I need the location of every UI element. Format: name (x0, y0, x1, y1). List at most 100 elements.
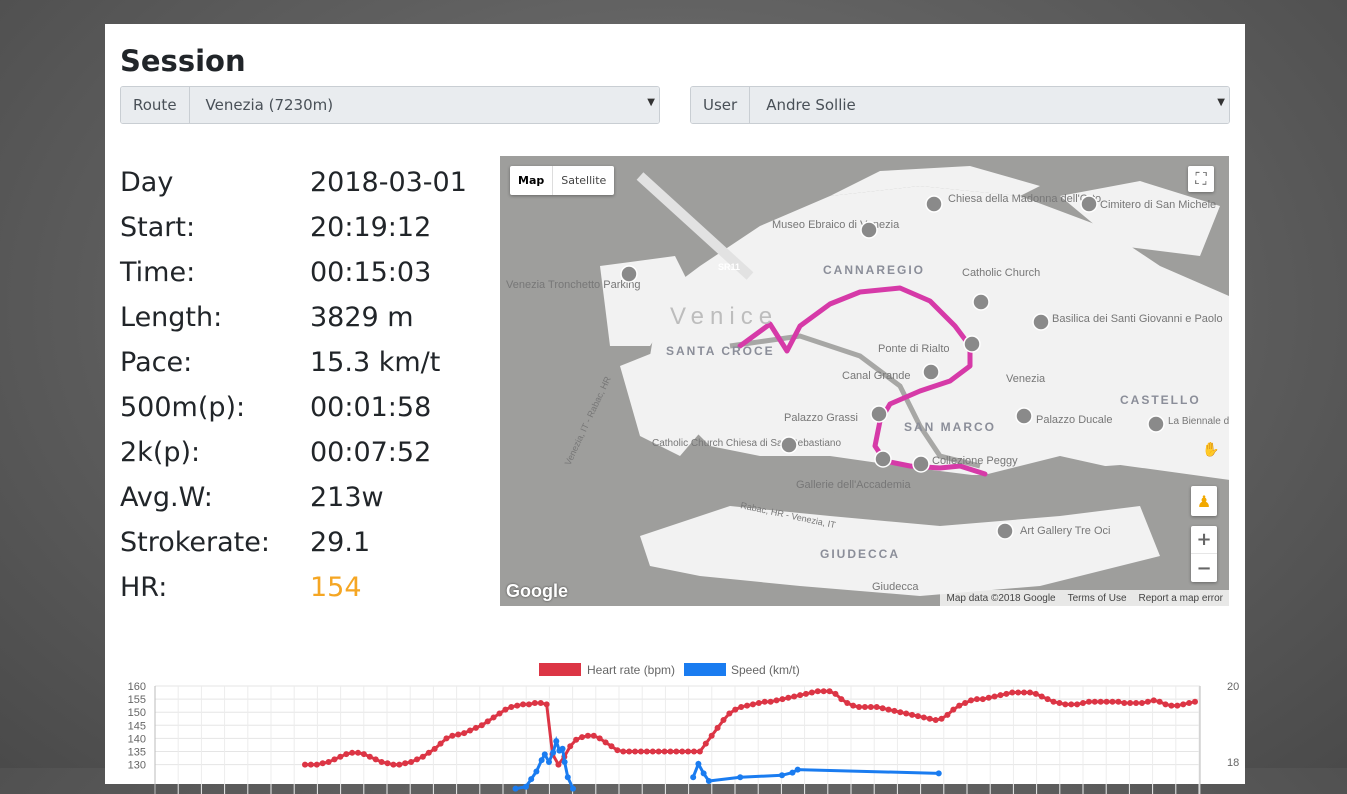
data-point-heart-rate (490, 714, 497, 721)
data-point-speed (561, 759, 568, 765)
data-point-heart-rate (891, 707, 898, 714)
data-point-heart-rate (944, 711, 951, 718)
data-point-heart-rate (761, 698, 768, 705)
data-point-heart-rate (467, 727, 474, 734)
data-point-heart-rate (773, 697, 780, 704)
stat-value-hr: 154 (310, 572, 362, 603)
data-point-heart-rate (696, 748, 703, 755)
y-tick-label: 155 (128, 694, 146, 706)
data-point-heart-rate (443, 735, 450, 742)
user-select-value[interactable]: Andre Sollie ▼ (750, 87, 1229, 123)
map-label-museo-ebraico: Museo Ebraico di Venezia (772, 219, 900, 231)
stat-label: 2k(p): (120, 437, 201, 468)
map-data-text: Map data ©2018 Google (946, 592, 1056, 604)
data-point-heart-rate (1003, 690, 1010, 697)
data-point-heart-rate (496, 710, 503, 717)
data-point-heart-rate (767, 698, 774, 705)
data-point-heart-rate (590, 732, 597, 739)
data-point-heart-rate (632, 748, 639, 755)
data-point-speed (512, 785, 519, 792)
data-point-heart-rate (384, 760, 391, 767)
map-type-map-button[interactable]: Map (510, 166, 554, 195)
legend-label-hr: Heart rate (bpm) (587, 663, 675, 677)
data-point-heart-rate (378, 758, 385, 765)
chevron-down-icon: ▼ (647, 97, 655, 108)
stat-value: 29.1 (310, 527, 371, 558)
data-point-heart-rate (1068, 701, 1075, 708)
stat-row-length: Length: 3829 m (120, 295, 467, 340)
data-point-heart-rate (926, 715, 933, 722)
map-label-san-sebastiano: Catholic Church Chiesa di San Sebastiano (652, 438, 841, 449)
map-label-basilica: Basilica dei Santi Giovanni e Paolo (1052, 313, 1223, 325)
data-point-heart-rate (360, 751, 367, 758)
map-label-giudecca: GIUDECCA (820, 547, 900, 561)
data-point-heart-rate (402, 760, 409, 767)
data-point-heart-rate (962, 700, 969, 707)
data-point-heart-rate (343, 751, 350, 758)
chart-series (302, 688, 1198, 792)
data-point-heart-rate (997, 692, 1004, 699)
data-point-heart-rate (355, 749, 362, 756)
map-marker (860, 221, 878, 239)
stat-value: 3829 m (310, 302, 414, 333)
data-point-heart-rate (820, 688, 827, 695)
stat-value: 00:01:58 (310, 392, 432, 423)
stat-row-hr: HR: 154 (120, 565, 467, 610)
user-select[interactable]: User Andre Sollie ▼ (690, 86, 1230, 124)
data-point-heart-rate (1168, 702, 1175, 709)
data-point-speed (779, 772, 785, 779)
report-error-link[interactable]: Report a map error (1139, 593, 1223, 604)
data-point-heart-rate (814, 688, 821, 695)
stat-row-day: Day 2018-03-01 (120, 160, 467, 205)
stat-row-500m: 500m(p): 00:01:58 (120, 385, 467, 430)
stat-row-avg-watt: Avg.W: 213w (120, 475, 467, 520)
map-marker (870, 405, 888, 423)
data-point-speed (700, 770, 707, 777)
data-point-heart-rate (508, 703, 515, 710)
zoom-out-button[interactable]: − (1191, 554, 1217, 582)
map-label-tronchetto: Venezia Tronchetto Parking (506, 279, 641, 291)
data-point-heart-rate (844, 700, 851, 707)
data-point-heart-rate (714, 724, 721, 731)
map-label-rialto: Ponte di Rialto (878, 343, 950, 355)
data-point-heart-rate (1044, 696, 1051, 703)
data-point-heart-rate (1062, 701, 1069, 708)
zoom-control[interactable]: + − (1191, 526, 1217, 582)
map-label-canal-grande: Canal Grande (842, 370, 911, 382)
data-point-heart-rate (1038, 693, 1045, 700)
data-point-heart-rate (1156, 698, 1163, 705)
fullscreen-icon[interactable]: ⛶ (1188, 166, 1214, 192)
data-point-heart-rate (1192, 698, 1198, 705)
route-select-value[interactable]: Venezia (7230m) ▼ (189, 87, 659, 123)
pegman-icon[interactable]: ♟ (1191, 486, 1217, 516)
map-label-biennale: La Biennale di Venezia (1168, 416, 1229, 427)
data-point-heart-rate (738, 703, 745, 710)
data-point-heart-rate (567, 743, 574, 750)
data-point-heart-rate (390, 761, 397, 768)
route-select[interactable]: Route Venezia (7230m) ▼ (120, 86, 660, 124)
map-type-satellite-button[interactable]: Satellite (553, 166, 614, 195)
data-point-heart-rate (396, 761, 403, 768)
route-value-text: Venezia (7230m) (205, 96, 334, 114)
data-point-speed (789, 769, 796, 776)
data-point-heart-rate (991, 693, 998, 700)
stat-value: 2018-03-01 (310, 167, 467, 198)
route-map[interactable]: Venice CANNAREGIO SANTA CROCE SAN MARCO … (500, 156, 1229, 606)
stat-label: Time: (120, 257, 196, 288)
stat-label: 500m(p): (120, 392, 246, 423)
data-point-heart-rate (1097, 698, 1104, 705)
map-marker (1032, 313, 1050, 331)
stat-label: Avg.W: (120, 482, 213, 513)
map-label-palazzo-grassi: Palazzo Grassi (784, 412, 858, 424)
map-canvas[interactable]: Venice CANNAREGIO SANTA CROCE SAN MARCO … (500, 156, 1229, 606)
data-point-heart-rate (779, 696, 786, 703)
stat-row-time: Time: 00:15:03 (120, 250, 467, 295)
session-chart: Heart rate (bpm) Speed (km/t) 1601551501… (128, 663, 1239, 794)
data-point-heart-rate (679, 748, 686, 755)
session-card: Session Route Venezia (7230m) ▼ User And… (105, 24, 1245, 794)
map-label-cannaregio: CANNAREGIO (823, 263, 925, 277)
data-point-speed (564, 774, 571, 781)
zoom-in-button[interactable]: + (1191, 526, 1217, 554)
terms-link[interactable]: Terms of Use (1068, 593, 1127, 604)
map-type-control[interactable]: Map Satellite (510, 166, 615, 195)
